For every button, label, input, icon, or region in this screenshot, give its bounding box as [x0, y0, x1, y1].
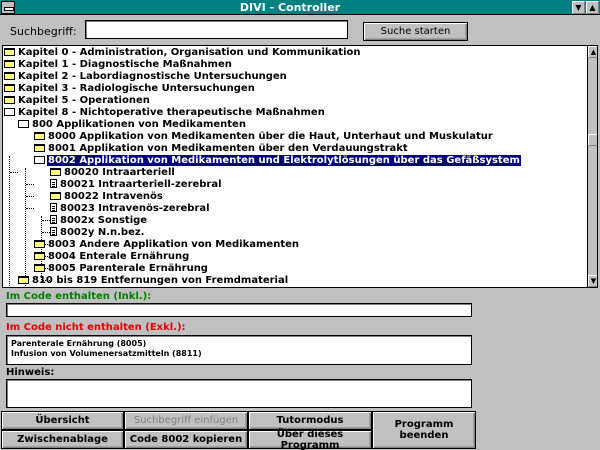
document-icon: [50, 215, 57, 224]
hinweis-field[interactable]: [6, 379, 472, 408]
tree-item[interactable]: Kapitel 2 - Labordiagnostische Untersuch…: [4, 71, 288, 83]
exklusive-field[interactable]: Parenterale Ernährung (8005) Infusion vo…: [6, 335, 472, 365]
tree-line: [26, 184, 34, 185]
scroll-up-icon[interactable]: ▲: [588, 46, 597, 58]
tree-line: [42, 220, 50, 221]
tree-line: [26, 196, 34, 197]
code-kopieren-button[interactable]: Code 8002 kopieren: [124, 430, 248, 449]
folder-icon: [4, 60, 15, 68]
title-bar: DIVI - Controller ▼ ▲: [0, 0, 600, 15]
search-input[interactable]: [85, 20, 348, 39]
inklusive-field[interactable]: [6, 303, 472, 317]
tree-item[interactable]: Kapitel 1 - Diagnostische Maßnahmen: [4, 59, 233, 71]
code-tree[interactable]: Kapitel 0 - Administration, Organisation…: [2, 45, 598, 288]
hinweis-label: Hinweis:: [6, 367, 55, 378]
tree-item[interactable]: 8002x Sonstige: [50, 215, 148, 227]
folder-icon: [34, 240, 45, 248]
folder-icon: [18, 276, 29, 284]
folder-icon: [50, 168, 61, 176]
tree-line: [9, 156, 10, 287]
search-button[interactable]: Suche starten: [363, 22, 468, 41]
tree-item[interactable]: Kapitel 0 - Administration, Organisation…: [4, 47, 362, 59]
tree-item[interactable]: 8001 Applikation von Medikamenten über d…: [34, 143, 409, 155]
tree-item[interactable]: 800 Applikationen von Medikamenten: [18, 119, 247, 131]
tree-item-selected[interactable]: 8002 Applikation von Medikamenten und El…: [34, 155, 521, 167]
tree-scrollbar[interactable]: ▲ ▼: [587, 46, 597, 287]
folder-icon: [34, 252, 45, 260]
tree-item[interactable]: 80022 Intravenös: [50, 191, 164, 203]
document-icon: [50, 227, 57, 236]
minimize-button[interactable]: ▼: [572, 1, 585, 14]
inklusive-label: Im Code enthalten (Inkl.):: [6, 291, 152, 302]
tree-item[interactable]: 8002y N.n.bez.: [50, 227, 145, 239]
folder-icon: [50, 192, 61, 200]
folder-icon: [4, 72, 15, 80]
tree-item[interactable]: 80021 Intraarteriell-zerebral: [50, 179, 223, 191]
maximize-button[interactable]: ▲: [586, 1, 599, 14]
ueber-programm-button[interactable]: Über dieses Programm: [248, 429, 372, 450]
scroll-down-icon[interactable]: ▼: [588, 275, 597, 287]
folder-icon: [34, 264, 45, 272]
exklusive-line: Parenterale Ernährung (8005): [11, 339, 147, 348]
tree-item[interactable]: 8000 Applikation von Medikamenten über d…: [34, 131, 494, 143]
programm-beenden-button[interactable]: Programm beenden: [372, 411, 476, 449]
zwischenablage-button[interactable]: Zwischenablage: [1, 430, 124, 449]
exklusive-label: Im Code nicht enthalten (Exkl.):: [6, 322, 186, 333]
folder-icon: [4, 48, 15, 56]
exklusive-line: Infusion von Volumenersatzmitteln (8811): [11, 349, 202, 358]
tree-line: [25, 168, 26, 287]
window-title: DIVI - Controller: [239, 1, 341, 14]
tree-item[interactable]: 80023 Intravenös-zerebral: [50, 203, 211, 215]
folder-icon: [34, 132, 45, 140]
tree-item[interactable]: 80020 Intraarteriell: [50, 167, 176, 179]
open-folder-icon: [34, 156, 45, 164]
system-menu-icon[interactable]: [1, 1, 15, 14]
folder-icon: [4, 96, 15, 104]
search-label: Suchbegriff:: [10, 25, 77, 38]
folder-icon: [4, 84, 15, 92]
tree-line: [10, 172, 18, 173]
scroll-thumb[interactable]: [588, 134, 597, 146]
open-folder-icon: [4, 108, 15, 116]
tree-item[interactable]: 8005 Parenterale Ernährung: [34, 263, 209, 275]
tree-line: [26, 208, 34, 209]
open-folder-icon: [18, 120, 29, 128]
folder-icon: [34, 144, 45, 152]
suchbegriff-einfuegen-button[interactable]: Suchbegriff einfügen: [124, 411, 248, 430]
tree-item[interactable]: Kapitel 5 - Operationen: [4, 95, 151, 107]
tree-item[interactable]: 8003 Andere Applikation von Medikamenten: [34, 239, 300, 251]
tree-item[interactable]: 810 bis 819 Entfernungen von Fremdmateri…: [18, 275, 289, 287]
tree-line: [42, 232, 50, 233]
tree-item[interactable]: Kapitel 3 - Radiologische Untersuchungen: [4, 83, 256, 95]
tutormodus-button[interactable]: Tutormodus: [248, 411, 372, 430]
tree-item[interactable]: 8004 Enterale Ernährung: [34, 251, 190, 263]
document-icon: [50, 203, 57, 212]
tree-item[interactable]: Kapitel 8 - Nichtoperative therapeutisch…: [4, 107, 326, 119]
uebersicht-button[interactable]: Übersicht: [1, 411, 124, 430]
document-icon: [50, 179, 57, 188]
